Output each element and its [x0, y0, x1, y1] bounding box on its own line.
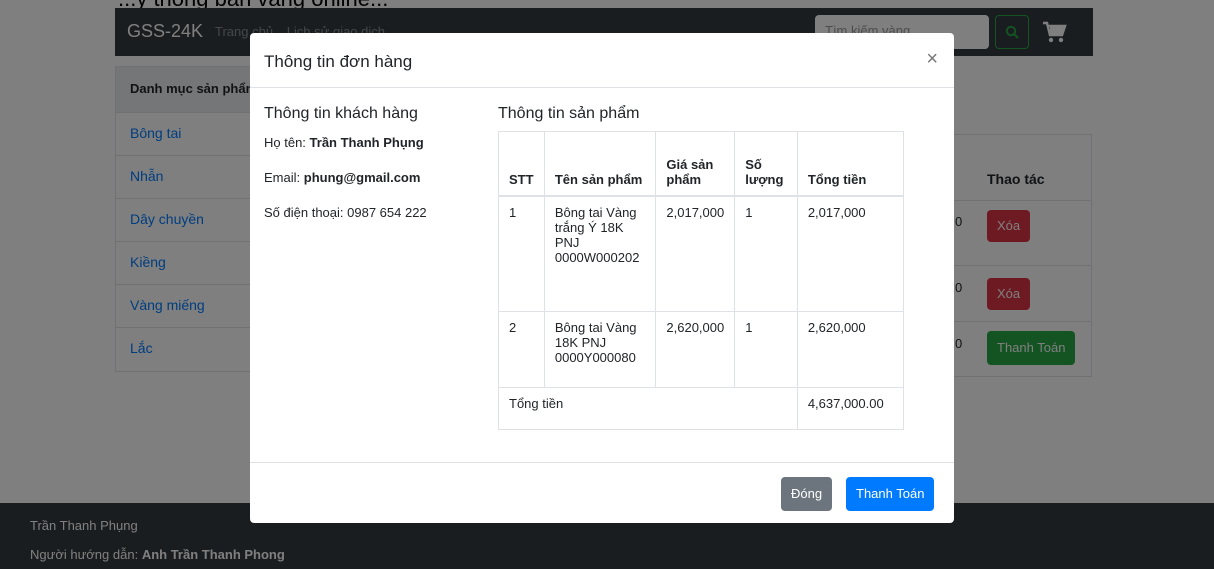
products-heading: Thông tin sản phẩm [498, 105, 640, 122]
col-stt: STT [498, 131, 545, 197]
close-icon[interactable]: × [926, 48, 938, 71]
customer-heading: Thông tin khách hàng [264, 105, 418, 122]
table-row: 2 Bông tai Vàng 18K PNJ 0000Y000080 2,62… [498, 311, 905, 388]
modal-footer: Đóng Thanh Toán [250, 462, 954, 523]
cell-name: Bông tai Vàng trắng Ý 18K PNJ 0000W00020… [543, 195, 657, 312]
cell-stt: 1 [498, 195, 545, 312]
name-label: Họ tên: [264, 135, 306, 150]
cell-price: 2,017,000 [655, 195, 736, 312]
order-modal: Thông tin đơn hàng × Thông tin khách hàn… [250, 33, 954, 523]
col-name: Tên sản phẩm [543, 131, 657, 197]
cell-name: Bông tai Vàng 18K PNJ 0000Y000080 [543, 311, 657, 388]
cell-price: 2,620,000 [655, 311, 736, 388]
total-row: Tổng tiền 4,637,000.00 [497, 387, 905, 430]
email-label: Email: [264, 170, 301, 185]
modal-header: Thông tin đơn hàng × [250, 33, 954, 88]
cell-total: 2,620,000 [796, 311, 905, 388]
modal-title: Thông tin đơn hàng [264, 52, 413, 71]
close-button[interactable]: Đóng [781, 477, 833, 511]
customer-name: Họ tên: Trần Thanh Phụng [264, 135, 424, 150]
email-value: phung@gmail.com [303, 170, 421, 185]
customer-email: Email: phung@gmail.com [264, 170, 420, 185]
col-qty: Số lượng [734, 131, 798, 197]
total-label: Tổng tiền [497, 387, 656, 430]
table-row: 1 Bông tai Vàng trắng Ý 18K PNJ 0000W000… [498, 195, 905, 312]
name-value: Trần Thanh Phụng [309, 135, 424, 150]
products-table: STT Tên sản phẩm Giá sản phẩm Số lượng T… [497, 131, 905, 430]
cell-stt: 2 [498, 311, 545, 388]
col-price: Giá sản phẩm [655, 131, 736, 197]
phone-value: 0987 654 222 [347, 205, 427, 220]
cell-qty: 1 [734, 311, 798, 388]
customer-phone: Số điện thoại: 0987 654 222 [264, 205, 427, 220]
phone-label: Số điện thoại: [264, 205, 344, 220]
checkout-button[interactable]: Thanh Toán [846, 477, 935, 511]
total-spacer [655, 387, 798, 430]
cell-total: 2,017,000 [796, 195, 905, 312]
col-total: Tổng tiền [796, 131, 905, 197]
total-value: 4,637,000.00 [796, 387, 905, 430]
modal-body: Thông tin khách hàng Họ tên: Trần Thanh … [250, 88, 954, 462]
cell-qty: 1 [734, 195, 798, 312]
